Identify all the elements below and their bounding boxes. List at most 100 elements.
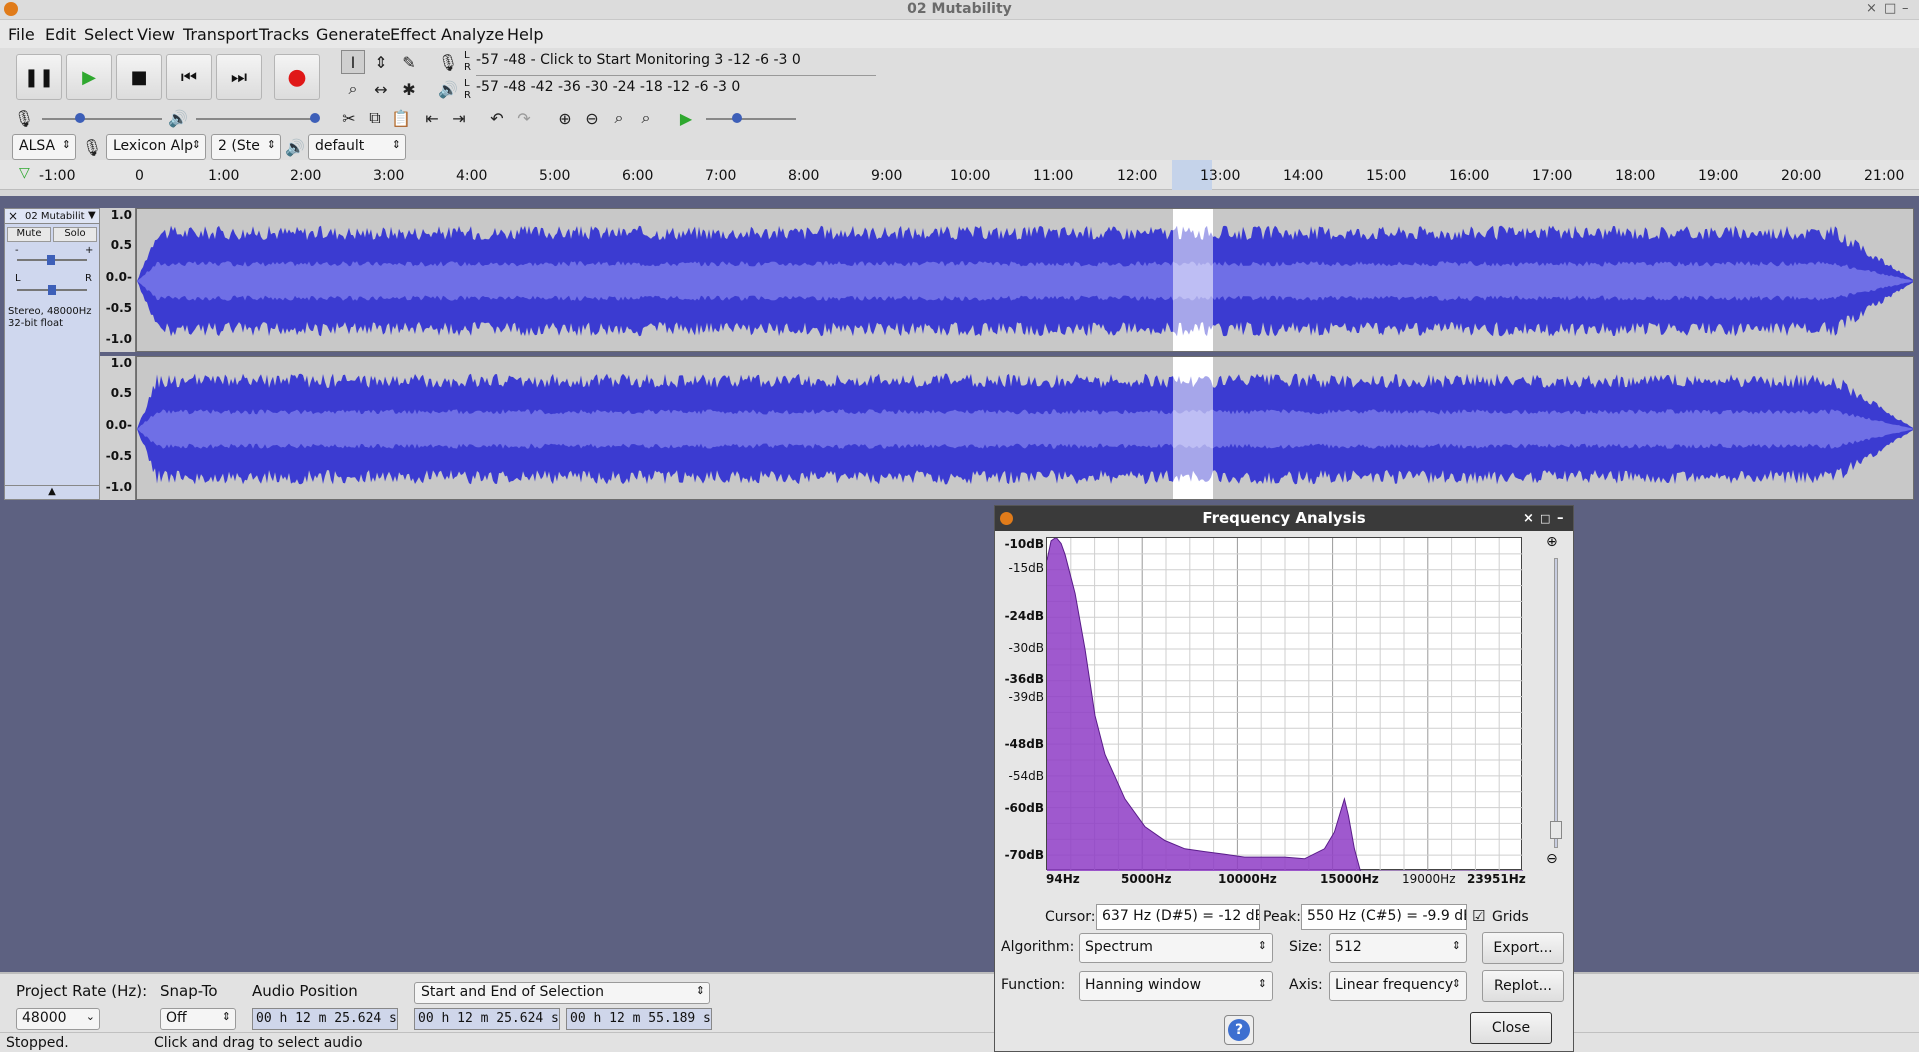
record-volume-slider[interactable] bbox=[42, 113, 162, 123]
menu-help[interactable]: Help bbox=[507, 25, 543, 44]
selection-end-field[interactable]: 00 h 12 m 55.189 s bbox=[566, 1008, 712, 1030]
menu-file[interactable]: File bbox=[8, 25, 35, 44]
ruler-label: 0.0- bbox=[105, 270, 132, 284]
gain-slider[interactable] bbox=[17, 255, 87, 265]
record-meter-icon[interactable]: 🎙 bbox=[436, 50, 460, 74]
play-speed-slider[interactable] bbox=[706, 113, 796, 123]
silence-icon[interactable]: ⇥ bbox=[447, 106, 471, 130]
spectrum-plot[interactable] bbox=[1046, 536, 1523, 872]
track-menu-chevron-icon[interactable]: ▼ bbox=[88, 210, 96, 221]
menu-tracks[interactable]: Tracks bbox=[259, 25, 309, 44]
channels-select[interactable]: 2 (Ste ⇕ bbox=[211, 134, 281, 160]
zoom-out-icon[interactable]: ⊖ bbox=[1546, 851, 1558, 867]
multi-tool-icon[interactable]: ✱ bbox=[397, 77, 421, 101]
pause-button[interactable]: ❚❚ bbox=[16, 54, 62, 100]
zoom-slider-thumb[interactable] bbox=[1550, 821, 1562, 839]
cursor-value-field: 637 Hz (D#5) = -12 dB bbox=[1096, 904, 1260, 930]
x-axis-label: 23951Hz bbox=[1467, 872, 1526, 886]
menu-view[interactable]: View bbox=[137, 25, 175, 44]
skip-to-end-button[interactable]: ⏭ bbox=[216, 54, 262, 100]
stop-button[interactable]: ■ bbox=[116, 54, 162, 100]
close-window-icon[interactable]: × bbox=[1866, 1, 1877, 16]
audio-position-field[interactable]: 00 h 12 m 25.624 s bbox=[252, 1008, 398, 1030]
play-at-speed-icon[interactable]: ▶ bbox=[674, 106, 698, 130]
playback-meter-icon[interactable]: 🔊 bbox=[436, 77, 460, 101]
record-button[interactable]: ● bbox=[274, 54, 320, 100]
playback-volume-slider[interactable] bbox=[196, 113, 320, 123]
mute-button[interactable]: Mute bbox=[7, 227, 51, 242]
menu-generate[interactable]: Generate bbox=[316, 25, 391, 44]
record-volume-thumb[interactable] bbox=[75, 113, 85, 123]
playback-volume-thumb[interactable] bbox=[310, 113, 320, 123]
project-rate-select[interactable]: 48000 ⌄ bbox=[16, 1008, 100, 1030]
dialog-close-icon[interactable]: × bbox=[1523, 506, 1534, 531]
timeline-ruler[interactable]: ▽ -1:00 0 1:00 2:00 3:00 4:00 5:00 6:00 … bbox=[0, 160, 1919, 190]
size-select[interactable]: 512 ⇕ bbox=[1329, 933, 1467, 963]
draw-tool-icon[interactable]: ✎ bbox=[397, 50, 421, 74]
timeline-tick: 7:00 bbox=[705, 168, 737, 184]
menu-effect[interactable]: Effect bbox=[390, 25, 436, 44]
axis-select[interactable]: Linear frequency ⇕ bbox=[1329, 971, 1467, 1001]
zoom-in-icon[interactable]: ⊕ bbox=[1546, 534, 1558, 550]
cut-icon[interactable]: ✂ bbox=[337, 106, 361, 130]
project-rate-value: 48000 bbox=[22, 1010, 67, 1026]
track-close-icon[interactable]: × bbox=[8, 209, 18, 223]
function-select[interactable]: Hanning window ⇕ bbox=[1079, 971, 1273, 1001]
play-head-icon[interactable]: ▽ bbox=[19, 165, 30, 181]
play-speed-thumb[interactable] bbox=[732, 113, 742, 123]
minimize-window-icon[interactable]: – bbox=[1902, 1, 1909, 16]
replot-button[interactable]: Replot... bbox=[1482, 970, 1564, 1002]
fit-project-icon[interactable]: ⌕ bbox=[634, 106, 658, 130]
export-button[interactable]: Export... bbox=[1482, 932, 1564, 964]
track-name-menu[interactable]: 02 Mutabilit bbox=[25, 211, 85, 222]
waveform-right-channel[interactable] bbox=[136, 356, 1914, 500]
snap-to-select[interactable]: Off ⇕ bbox=[160, 1008, 236, 1030]
fit-selection-icon[interactable]: ⌕ bbox=[607, 106, 631, 130]
selection-tool-icon[interactable]: I bbox=[341, 50, 365, 74]
pan-slider[interactable] bbox=[17, 285, 87, 295]
track-control-panel: × 02 Mutabilit ▼ Mute Solo - + L R Stere… bbox=[4, 208, 100, 500]
menu-transport[interactable]: Transport bbox=[183, 25, 258, 44]
playback-meter[interactable]: -57 -48 -42 -36 -30 -24 -18 -12 -6 -3 0 bbox=[476, 79, 876, 103]
mute-label: Mute bbox=[16, 228, 42, 239]
zoom-out-icon[interactable]: ⊖ bbox=[580, 106, 604, 130]
menu-analyze[interactable]: Analyze bbox=[441, 25, 504, 44]
menu-select[interactable]: Select bbox=[84, 25, 133, 44]
zoom-in-icon[interactable]: ⊕ bbox=[553, 106, 577, 130]
maximize-window-icon[interactable]: □ bbox=[1884, 1, 1896, 16]
close-button[interactable]: Close bbox=[1470, 1012, 1552, 1044]
zoom-tool-icon[interactable]: ⌕ bbox=[341, 77, 365, 101]
algorithm-select[interactable]: Spectrum ⇕ bbox=[1079, 933, 1273, 963]
dialog-maximize-icon[interactable]: □ bbox=[1540, 506, 1550, 531]
record-meter[interactable]: -57 -48 - Click to Start Monitoring 3 -1… bbox=[476, 52, 876, 76]
empty-track-space[interactable] bbox=[0, 504, 1919, 974]
waveform-left-channel[interactable] bbox=[136, 208, 1914, 352]
waveform-rms bbox=[137, 261, 1913, 301]
menu-edit[interactable]: Edit bbox=[45, 25, 76, 44]
trim-icon[interactable]: ⇤ bbox=[420, 106, 444, 130]
timeline-tick: 17:00 bbox=[1532, 168, 1573, 184]
pause-icon: ❚❚ bbox=[23, 66, 55, 88]
envelope-tool-icon[interactable]: ⇕ bbox=[369, 50, 393, 74]
ruler-label: -1.0 bbox=[105, 332, 132, 346]
time-shift-tool-icon[interactable]: ↔ bbox=[369, 77, 393, 101]
undo-icon[interactable]: ↶ bbox=[485, 106, 509, 130]
dialog-minimize-icon[interactable]: – bbox=[1557, 506, 1564, 531]
collapse-track-icon[interactable]: ▲ bbox=[5, 485, 99, 500]
help-button[interactable]: ? bbox=[1224, 1015, 1254, 1045]
redo-icon[interactable]: ↷ bbox=[512, 106, 536, 130]
skip-to-start-button[interactable]: ⏮ bbox=[166, 54, 212, 100]
solo-button[interactable]: Solo bbox=[53, 227, 97, 242]
copy-icon[interactable]: ⧉ bbox=[363, 106, 387, 130]
zoom-slider[interactable] bbox=[1550, 558, 1562, 848]
paste-icon[interactable]: 📋 bbox=[389, 106, 413, 130]
grids-checkbox[interactable]: ☑ bbox=[1472, 907, 1485, 925]
gain-slider-thumb[interactable] bbox=[47, 255, 55, 265]
playback-device-select[interactable]: default ⇕ bbox=[308, 134, 406, 160]
recording-device-select[interactable]: Lexicon Alp ⇕ bbox=[106, 134, 206, 160]
selection-mode-select[interactable]: Start and End of Selection ⇕ bbox=[414, 982, 710, 1004]
audio-host-select[interactable]: ALSA ⇕ bbox=[12, 134, 76, 160]
play-button[interactable]: ▶ bbox=[66, 54, 112, 100]
selection-start-field[interactable]: 00 h 12 m 25.624 s bbox=[414, 1008, 560, 1030]
pan-slider-thumb[interactable] bbox=[48, 285, 56, 295]
